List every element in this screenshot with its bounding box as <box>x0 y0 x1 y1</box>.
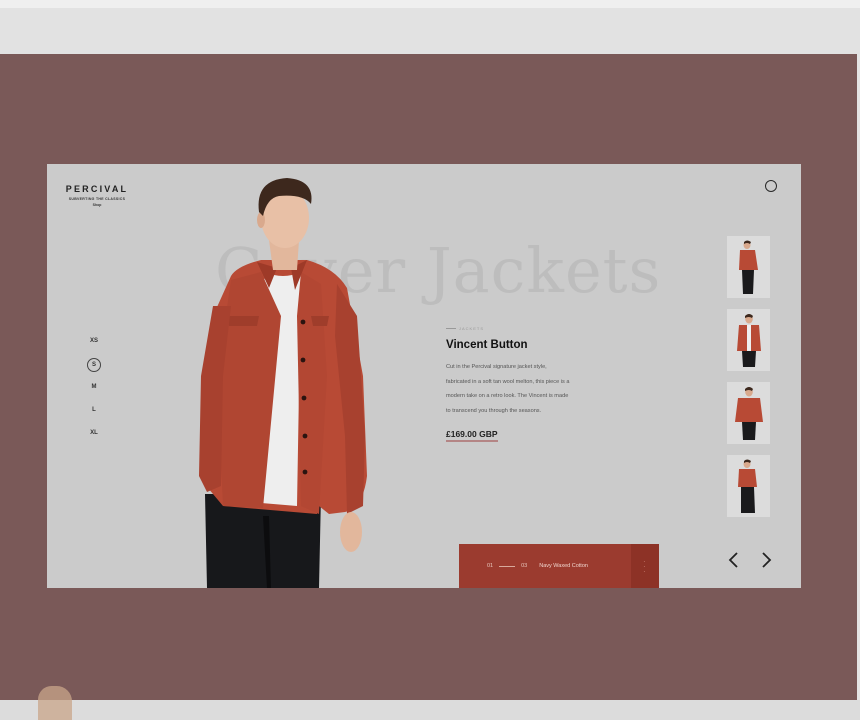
model-image <box>199 178 367 588</box>
thumbnail-image <box>739 240 758 294</box>
variant-pager[interactable]: 01 03 Navy Waxed Cotton <box>459 544 631 588</box>
thumbnail-image <box>737 314 761 367</box>
thumbnail-image <box>738 459 757 513</box>
search-icon[interactable] <box>765 180 777 192</box>
variant-current: 01 <box>487 563 494 569</box>
size-label-xs: XS <box>89 338 98 344</box>
product-thumbnail[interactable] <box>727 309 770 371</box>
product-category[interactable]: JACKETS <box>446 326 626 331</box>
description-line: fabricated in a soft tan wool melton, th… <box>446 378 570 385</box>
size-label-xl: XL <box>90 430 98 436</box>
browser-top-edge <box>0 0 860 8</box>
product-page-card: PERCIVAL SUBVERTING THE CLASSICS Shop Co… <box>47 164 801 588</box>
size-option-xs[interactable]: XS <box>85 336 103 359</box>
product-thumbnail[interactable] <box>727 455 770 517</box>
pager-divider <box>499 565 516 567</box>
size-label-l: L <box>92 407 96 413</box>
browser-top-strip <box>0 0 860 54</box>
product-description: Cut in the Percival signature jacket sty… <box>446 360 616 418</box>
variant-bar: 01 03 Navy Waxed Cotton · · · <box>459 544 659 588</box>
product-thumbnail[interactable] <box>727 382 770 444</box>
brand-name: PERCIVAL <box>65 184 129 194</box>
description-line: Cut in the Percival signature jacket sty… <box>446 364 547 370</box>
variant-total: 03 <box>521 563 528 569</box>
browser-bottom-strip <box>0 700 860 720</box>
size-option-xl[interactable]: XL <box>85 428 103 451</box>
thumbnail-gallery <box>727 236 770 528</box>
gallery-navigation <box>727 550 777 570</box>
chevron-left-icon[interactable] <box>727 550 741 570</box>
variant-label: Navy Waxed Cotton <box>539 563 588 569</box>
size-option-l[interactable]: L <box>85 405 103 428</box>
size-selector: XS S M L XL <box>85 336 103 451</box>
product-price: £169.00 GBP <box>446 429 498 442</box>
size-label-s: S <box>87 358 101 372</box>
size-option-m[interactable]: M <box>85 382 103 405</box>
thumbnail-image <box>735 387 763 440</box>
description-line: modern take on a retro look. The Vincent… <box>446 393 569 399</box>
product-info: JACKETS Vincent Button Cut in the Perciv… <box>446 326 626 442</box>
size-option-s[interactable]: S <box>85 358 103 382</box>
product-name: Vincent Button <box>446 339 528 351</box>
size-label-m: M <box>91 384 97 390</box>
brand-tagline: SUBVERTING THE CLASSICS <box>68 197 126 201</box>
chevron-right-icon[interactable] <box>759 550 773 570</box>
more-vertical-icon: · · · <box>643 557 646 576</box>
brand-logo[interactable]: PERCIVAL SUBVERTING THE CLASSICS Shop <box>65 184 129 207</box>
hand-pointer <box>38 686 72 720</box>
more-options-button[interactable]: · · · <box>631 544 659 588</box>
description-line: to transcend you through the seasons. <box>446 407 542 414</box>
brand-sub-label: Shop <box>92 203 102 207</box>
product-thumbnail[interactable] <box>727 236 770 298</box>
